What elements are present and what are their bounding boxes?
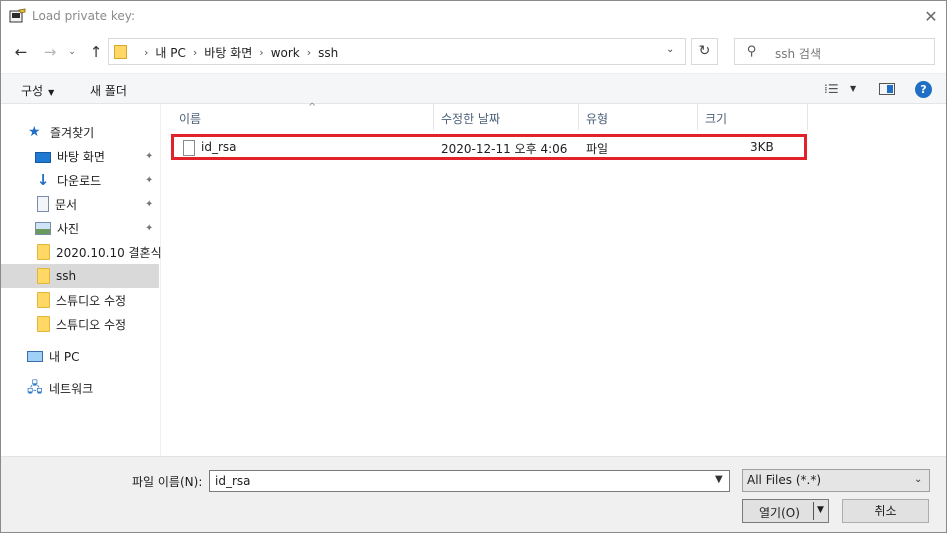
pin-icon[interactable]: ✦: [145, 175, 153, 186]
recent-locations-chevron-icon[interactable]: ⌄: [64, 41, 80, 63]
column-header-name[interactable]: 이름 ^: [172, 102, 434, 130]
open-options-caret-icon[interactable]: ▼: [817, 505, 824, 515]
sidebar-item-wedding-folder[interactable]: 2020.10.10 결혼식: [1, 240, 162, 264]
navigation-pane: ★ 즐겨찾기 바탕 화면 ✦ ↓ 다운로드 ✦ 문서 ✦ 사진 ✦ 2020.1…: [1, 104, 162, 456]
sidebar-item-label: 스튜디오 수정: [56, 293, 127, 308]
sort-ascending-icon: ^: [308, 102, 317, 113]
breadcrumb-separator: ›: [259, 46, 264, 59]
sidebar-item-desktop[interactable]: 바탕 화면 ✦: [1, 144, 159, 168]
breadcrumb-item[interactable]: ssh: [318, 46, 338, 60]
breadcrumb-separator: ›: [144, 46, 149, 59]
cancel-button[interactable]: 취소: [842, 499, 929, 523]
folder-icon: [37, 292, 50, 308]
folder-icon: [37, 316, 50, 332]
close-button[interactable]: ✕: [917, 4, 945, 30]
sidebar-item-ssh[interactable]: ssh: [1, 264, 159, 288]
dialog-footer: 파일 이름(N): id_rsa ▼ All Files (*.*) ⌄ 열기(…: [1, 456, 946, 532]
refresh-button[interactable]: ↻: [691, 38, 718, 65]
caret-down-icon: ▼: [48, 88, 55, 97]
split-divider: [813, 502, 814, 520]
filename-dropdown-icon[interactable]: ▼: [715, 474, 723, 485]
sidebar-item-label: 바탕 화면: [57, 149, 105, 164]
file-open-dialog: Load private key: ✕ ← → ⌄ ↑ › 내 PC › 바탕 …: [0, 0, 947, 533]
network-icon: 🖧: [27, 380, 43, 396]
organize-label: 구성: [21, 84, 44, 98]
sidebar-item-this-pc[interactable]: 내 PC: [1, 344, 159, 368]
search-input[interactable]: ⚲ ssh 검색: [734, 38, 935, 65]
column-header-modified[interactable]: 수정한 날짜: [434, 104, 579, 130]
preview-pane-icon[interactable]: [879, 83, 895, 95]
search-placeholder: ssh 검색: [775, 47, 822, 61]
breadcrumb-item[interactable]: 내 PC: [155, 44, 185, 61]
column-header-size[interactable]: 크기: [698, 104, 808, 130]
sidebar-item-label: 2020.10.10 결혼식: [56, 245, 162, 260]
sidebar-item-downloads[interactable]: ↓ 다운로드 ✦: [1, 168, 159, 192]
chevron-down-icon: ⌄: [914, 474, 923, 485]
sidebar-item-pictures[interactable]: 사진 ✦: [1, 216, 159, 240]
help-icon[interactable]: ?: [915, 81, 932, 98]
breadcrumb-item[interactable]: work: [271, 46, 300, 60]
sidebar-item-label: ssh: [56, 269, 77, 283]
putty-key-icon: [9, 8, 26, 23]
address-bar[interactable]: › 내 PC › 바탕 화면 › work › ssh ⌄: [108, 38, 686, 65]
up-folder-button[interactable]: ↑: [85, 41, 107, 63]
search-icon: ⚲: [747, 44, 757, 59]
pin-icon[interactable]: ✦: [145, 199, 153, 210]
breadcrumb-item[interactable]: 바탕 화면: [204, 44, 252, 61]
document-icon: [37, 196, 49, 212]
breadcrumb-separator: ›: [192, 46, 198, 59]
breadcrumb-separator: ›: [306, 46, 312, 59]
filename-label: 파일 이름(N):: [132, 475, 203, 489]
new-folder-button[interactable]: 새 폴더: [90, 82, 127, 99]
desktop-icon: [35, 151, 51, 163]
forward-button[interactable]: →: [39, 41, 61, 63]
pin-icon[interactable]: ✦: [145, 151, 153, 162]
picture-icon: [35, 221, 51, 235]
sidebar-item-label: 다운로드: [57, 173, 102, 188]
sidebar-item-label: 즐겨찾기: [50, 125, 95, 140]
open-button[interactable]: 열기(O) ▼: [742, 499, 829, 523]
window-title: Load private key:: [32, 9, 136, 23]
sidebar-item-network[interactable]: 🖧 네트워크: [1, 376, 159, 400]
view-caret-down-icon[interactable]: ▼: [850, 84, 856, 93]
sidebar-item-studio-edit[interactable]: 스튜디오 수정: [1, 288, 159, 312]
breadcrumb: › 내 PC › 바탕 화면 › work › ssh: [137, 44, 338, 61]
sidebar-item-label: 스튜디오 수정: [56, 317, 127, 332]
address-dropdown-icon[interactable]: ⌄: [666, 44, 674, 55]
filename-field[interactable]: id_rsa: [209, 470, 730, 492]
column-header-type[interactable]: 유형: [579, 104, 698, 130]
view-options-icon[interactable]: ⁞☰: [824, 82, 839, 96]
file-type-select[interactable]: All Files (*.*): [742, 469, 930, 492]
sidebar-item-quick-access[interactable]: ★ 즐겨찾기: [1, 120, 159, 144]
sidebar-item-label: 네트워크: [49, 381, 94, 396]
column-header-label: 이름: [179, 112, 202, 126]
open-button-label: 열기(O): [759, 506, 800, 520]
highlight-box: [171, 134, 807, 160]
download-icon: ↓: [36, 171, 50, 189]
sidebar-item-label: 내 PC: [49, 349, 80, 364]
folder-icon: [37, 244, 50, 260]
folder-icon: [114, 45, 127, 59]
sidebar-item-studio-edit-2[interactable]: 스튜디오 수정: [1, 312, 159, 336]
star-icon: ★: [28, 124, 41, 140]
pc-icon: [27, 351, 43, 362]
back-button[interactable]: ←: [10, 41, 32, 63]
command-bar: 구성 ▼ 새 폴더 ⁞☰ ▼ ?: [1, 73, 946, 104]
sidebar-item-label: 문서: [55, 197, 78, 212]
folder-icon: [37, 268, 50, 284]
sidebar-item-documents[interactable]: 문서 ✦: [1, 192, 159, 216]
organize-button[interactable]: 구성 ▼: [21, 82, 54, 99]
title-bar: Load private key: ✕: [1, 1, 946, 32]
pin-icon[interactable]: ✦: [145, 223, 153, 234]
sidebar-item-label: 사진: [57, 221, 80, 236]
